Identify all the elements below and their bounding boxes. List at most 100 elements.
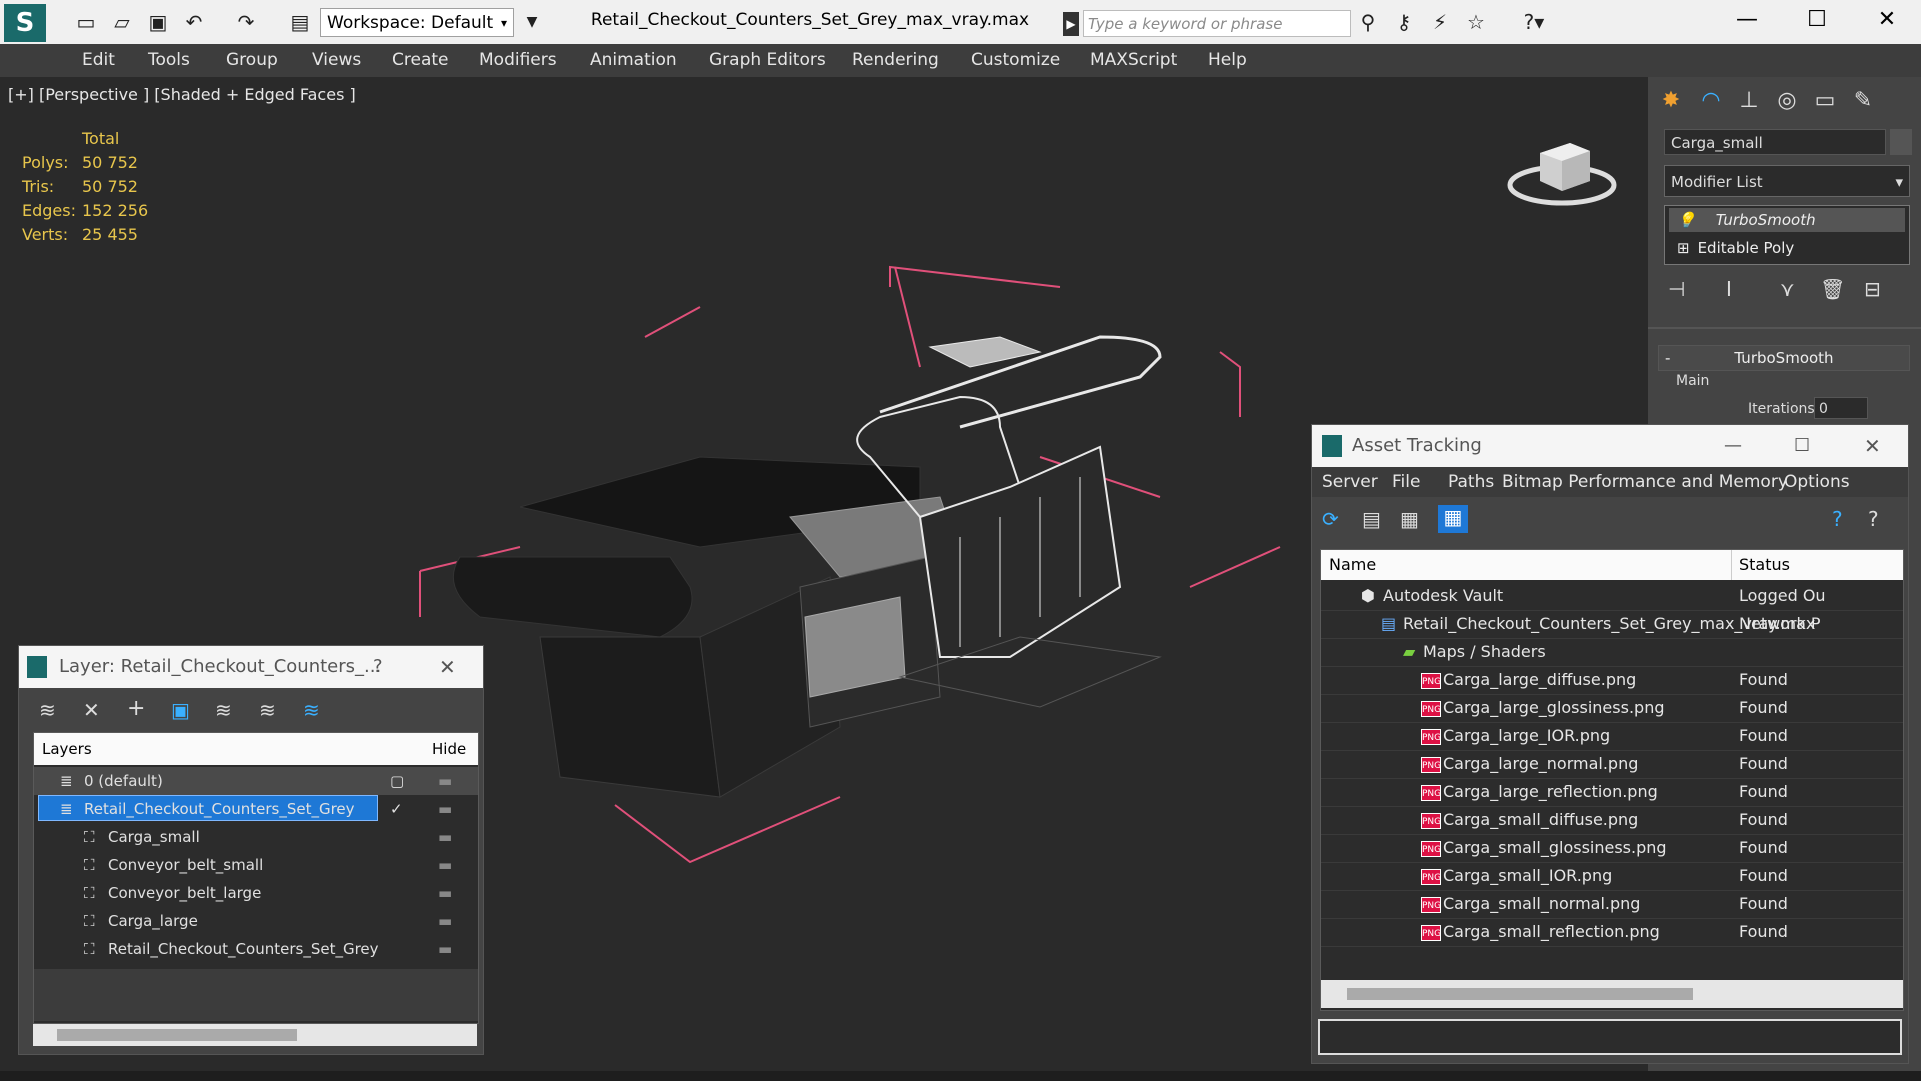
asset-row[interactable]: PNG Carga_small_diffuse.png Found (1321, 806, 1903, 835)
asset-row[interactable]: PNG Carga_small_normal.png Found (1321, 890, 1903, 919)
maximize-icon[interactable]: ☐ (1794, 425, 1810, 467)
menu-file[interactable]: File (1392, 467, 1420, 497)
close-icon[interactable]: ✕ (1852, 0, 1921, 40)
asset-row[interactable]: ▤ Retail_Checkout_Counters_Set_Grey_max_v… (1321, 610, 1903, 639)
utilities-tab-icon[interactable]: ✎ (1846, 83, 1880, 117)
menu-maxscript[interactable]: MAXScript (1090, 44, 1177, 77)
undo-icon[interactable]: ↶ (180, 9, 208, 35)
project-icon[interactable]: ▤ (286, 9, 314, 35)
layer-dialog-header[interactable]: Layer: Retail_Checkout_Counters_... ? ✕ (19, 646, 483, 688)
list-view-icon[interactable]: ▤ (1362, 507, 1381, 531)
select-objects-icon[interactable]: ▣ (171, 698, 190, 722)
minimize-icon[interactable]: — (1724, 425, 1742, 467)
asset-row[interactable]: PNG Carga_small_IOR.png Found (1321, 862, 1903, 891)
display-tab-icon[interactable]: ▭ (1808, 83, 1842, 117)
close-icon[interactable]: ✕ (439, 646, 456, 688)
col-hide[interactable]: Hide (432, 733, 466, 765)
hide-toggle[interactable]: ▬ (438, 907, 452, 935)
hide-toggle[interactable]: ▬ (438, 879, 452, 907)
new-file-icon[interactable]: ▭ (72, 9, 100, 35)
object-name-field[interactable]: Carga_small (1664, 129, 1886, 155)
iterations-spinner[interactable]: 0 (1814, 397, 1868, 419)
menu-options[interactable]: Options (1784, 467, 1850, 497)
asset-row[interactable]: PNG Carga_large_glossiness.png Found (1321, 694, 1903, 723)
app-logo-icon[interactable]: S (4, 4, 46, 42)
hide-toggle[interactable]: ▬ (438, 823, 452, 851)
layer-row[interactable]: ≣ 0 (default) ▢ ▬ (34, 767, 478, 795)
hide-toggle[interactable]: ▬ (438, 935, 452, 963)
delete-layer-icon[interactable]: ✕ (83, 698, 100, 722)
object-row[interactable]: ⛶ Conveyor_belt_small ▬ (34, 851, 478, 879)
hide-all-icon[interactable]: ≋ (259, 698, 276, 722)
new-layer-icon[interactable]: ≋ (39, 698, 56, 722)
create-tab-icon[interactable]: ✸ (1654, 83, 1688, 117)
asset-dialog-header[interactable]: Asset Tracking — ☐ ✕ (1312, 425, 1908, 467)
turbosmooth-rollout-header[interactable]: - TurboSmooth (1658, 345, 1910, 371)
layer-row[interactable]: ⊟≣Retail_Checkout_Counters_Set_Grey✓▬ (34, 795, 478, 823)
communication-icon[interactable]: ⚡ (1426, 9, 1454, 35)
object-row[interactable]: ⛶ Retail_Checkout_Counters_Set_Grey ▬ (34, 935, 478, 963)
asset-path-field[interactable] (1318, 1019, 1902, 1055)
hide-toggle[interactable]: ▬ (438, 795, 452, 823)
stack-item-editable-poly[interactable]: ⊞ Editable Poly (1669, 236, 1905, 260)
object-row[interactable]: ⛶ Carga_small ▬ (34, 823, 478, 851)
menu-animation[interactable]: Animation (590, 44, 677, 77)
menu-server[interactable]: Server (1322, 467, 1378, 497)
menu-customize[interactable]: Customize (971, 44, 1060, 77)
object-row[interactable]: ⛶ Conveyor_belt_large ▬ (34, 879, 478, 907)
hide-toggle[interactable]: ▬ (438, 767, 452, 795)
menu-tools[interactable]: Tools (148, 44, 190, 77)
menu-modifiers[interactable]: Modifiers (479, 44, 557, 77)
minimize-icon[interactable]: — (1712, 0, 1782, 40)
maximize-icon[interactable]: ☐ (1782, 0, 1852, 40)
horizontal-scrollbar[interactable] (33, 1024, 477, 1046)
menu-paths[interactable]: Paths (1448, 467, 1494, 497)
redo-icon[interactable]: ↷ (232, 9, 260, 35)
asset-row[interactable]: PNG Carga_large_normal.png Found (1321, 750, 1903, 779)
configure-sets-icon[interactable]: ⊟ (1864, 277, 1881, 301)
workspace-menu-icon[interactable]: ▼ (518, 9, 546, 35)
highlight-layer-icon[interactable]: ≋ (215, 698, 232, 722)
workspace-dropdown[interactable]: Workspace: Default ▾ (320, 8, 514, 37)
menu-create[interactable]: Create (392, 44, 449, 77)
close-icon[interactable]: ✕ (1864, 425, 1881, 467)
asset-row[interactable]: ⬢ Autodesk Vault Logged Ou (1321, 582, 1903, 611)
help-icon[interactable]: ? (373, 646, 383, 688)
help-icon[interactable]: ? (1832, 507, 1843, 531)
make-unique-icon[interactable]: ⋎ (1780, 277, 1795, 301)
freeze-all-icon[interactable]: ≋ (303, 698, 320, 722)
table-view-icon[interactable]: ▦ (1438, 505, 1468, 533)
menu-views[interactable]: Views (312, 44, 361, 77)
key-icon[interactable]: ⚷ (1390, 9, 1418, 35)
hierarchy-tab-icon[interactable]: ⊥ (1732, 83, 1766, 117)
asset-row[interactable]: PNG Carga_large_IOR.png Found (1321, 722, 1903, 751)
asset-row[interactable]: PNG Carga_small_glossiness.png Found (1321, 834, 1903, 863)
menu-help[interactable]: Help (1208, 44, 1247, 77)
checkmark-icon[interactable]: ✓ (390, 795, 403, 823)
context-help-icon[interactable]: ? (1868, 507, 1879, 531)
help-icon[interactable]: ?▾ (1514, 9, 1554, 35)
refresh-icon[interactable]: ⟳ (1322, 507, 1339, 531)
object-row[interactable]: ⛶ Carga_large ▬ (34, 907, 478, 935)
tree-view-icon[interactable]: ▦ (1400, 507, 1419, 531)
search-input[interactable]: Type a keyword or phrase (1083, 10, 1351, 37)
scrollbar-thumb[interactable] (1347, 988, 1693, 1000)
object-color-swatch[interactable] (1890, 129, 1912, 155)
asset-row[interactable]: PNG Carga_large_diffuse.png Found (1321, 666, 1903, 695)
menu-bitmap-performance[interactable]: Bitmap Performance and Memory (1502, 467, 1788, 497)
asset-row[interactable]: PNG Carga_small_reflection.png Found (1321, 918, 1903, 947)
viewcube-icon[interactable] (1500, 125, 1620, 215)
pin-stack-icon[interactable]: ⊣ (1668, 277, 1685, 301)
stack-item-turbosmooth[interactable]: 💡 TurboSmooth (1669, 208, 1905, 232)
menu-edit[interactable]: Edit (82, 44, 115, 77)
binoculars-icon[interactable]: ⚲ (1354, 9, 1382, 35)
favorites-star-icon[interactable]: ☆ (1462, 9, 1490, 35)
scrollbar-thumb[interactable] (57, 1029, 297, 1041)
col-layers[interactable]: Layers (42, 733, 92, 765)
asset-row[interactable]: ▰ Maps / Shaders (1321, 638, 1903, 667)
col-name[interactable]: Name (1329, 550, 1376, 580)
save-file-icon[interactable]: ▣ (144, 9, 172, 35)
current-layer-toggle[interactable]: ▢ (390, 767, 404, 795)
add-to-layer-icon[interactable]: + (127, 696, 145, 721)
show-end-result-icon[interactable]: I (1726, 277, 1732, 301)
